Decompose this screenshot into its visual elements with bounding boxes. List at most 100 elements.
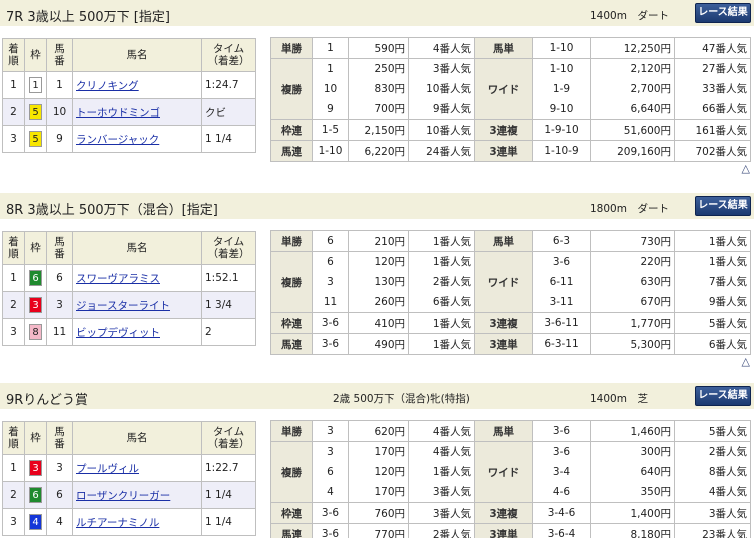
finish-row: 2 6 6 ローザンクリーガー 1 1/4	[2, 481, 256, 509]
payout-num: 3-6-11	[532, 312, 591, 334]
horse-number: 9	[46, 125, 73, 153]
back-to-top-icon[interactable]: △	[742, 162, 750, 175]
payout-table: 単勝 6 210円 1番人気 馬単 6-3 730円 1番人気 複勝 6 3 11 120円 130…	[270, 230, 751, 355]
race-distance: 1400m 芝	[590, 393, 648, 405]
payout-num: 3-6	[312, 502, 349, 524]
back-to-top-icon[interactable]: △	[742, 355, 750, 368]
race-distance: 1400m ダート	[590, 10, 669, 22]
race-result-button[interactable]: レース結果	[695, 3, 751, 23]
finish-header-pos: 着順	[2, 421, 25, 455]
payout-amount: 120円 130円 260円	[348, 251, 409, 313]
payout-num: 1 10 9	[312, 58, 349, 120]
payout-popularity: 2番人気 8番人気 4番人気	[674, 441, 751, 503]
horse-name-cell: トーホウドミンゴ	[72, 98, 202, 126]
finish-time: 1 3/4	[201, 291, 256, 319]
finish-order-table: 着順枠馬番 馬名 タイム（着差） 1 6 6 スワーヴアラミス 1:52.1 2 3 3 ジョースター…	[2, 231, 256, 346]
waku-badge: 5	[29, 131, 42, 147]
race-result-button[interactable]: レース結果	[695, 196, 751, 216]
finish-row: 3 4 4 ルチアーナミノル 1 1/4	[2, 508, 256, 536]
finish-row: 1 1 1 クリノキング 1:24.7	[2, 71, 256, 99]
payout-popularity: 161番人気	[674, 119, 751, 141]
waku-badge: 6	[29, 270, 42, 286]
waku-badge: 1	[29, 77, 42, 93]
race-result-button[interactable]: レース結果	[695, 386, 751, 406]
payout-label-fukusho: 複勝	[270, 58, 313, 120]
waku-badge: 8	[29, 324, 42, 340]
payout-amount: 5,300円	[590, 333, 675, 355]
horse-number: 4	[46, 508, 73, 536]
payout-popularity: 10番人気	[408, 119, 475, 141]
horse-name-link[interactable]: ランバージャック	[76, 134, 159, 146]
payout-amount: 410円	[348, 312, 409, 334]
payout-label-wide: ワイド	[474, 251, 533, 313]
payout-row: 複勝 6 3 11 120円 130円 260円 1番人気 2番人気 6番人気 ワイド 3…	[270, 251, 751, 313]
payout-popularity: 1番人気 7番人気 9番人気	[674, 251, 751, 313]
waku-badge: 6	[29, 487, 42, 503]
race-distance: 1800m ダート	[590, 203, 669, 215]
payout-popularity: 702番人気	[674, 140, 751, 162]
finish-header-num: 馬番	[46, 231, 73, 265]
payout-amount: 12,250円	[590, 37, 675, 59]
race-header: 9Rりんどう賞 2歳 500万下（混合)牝(特指) 1400m 芝 レース結果	[0, 383, 754, 410]
horse-name-link[interactable]: ビップデヴィット	[76, 327, 160, 339]
finish-header-pos: 着順	[2, 38, 25, 72]
finish-position: 1	[2, 454, 25, 482]
payout-label-tansho: 単勝	[270, 420, 313, 442]
payout-num: 6-3-11	[532, 333, 591, 355]
payout-popularity: 1番人気	[408, 312, 475, 334]
payout-amount: 300円 640円 350円	[590, 441, 675, 503]
payout-label-sanrentan: 3連単	[474, 333, 533, 355]
horse-number: 3	[46, 454, 73, 482]
payout-label-fukusho: 複勝	[270, 251, 313, 313]
horse-name-cell: クリノキング	[72, 71, 202, 99]
header-label: タイム（着差）	[207, 426, 250, 450]
finish-header-time: タイム（着差）	[201, 421, 256, 455]
payout-amount: 1,460円	[590, 420, 675, 442]
horse-name-cell: ローザンクリーガー	[72, 481, 202, 509]
payout-popularity: 27番人気 33番人気 66番人気	[674, 58, 751, 120]
header-label: 馬番	[54, 236, 65, 260]
finish-row: 3 5 9 ランバージャック 1 1/4	[2, 125, 256, 153]
horse-name-cell: ランバージャック	[72, 125, 202, 153]
header-label: 枠	[30, 242, 41, 254]
finish-header-num: 馬番	[46, 38, 73, 72]
horse-name-link[interactable]: ジョースターライト	[76, 300, 170, 312]
payout-popularity: 1番人気	[408, 230, 475, 252]
payout-label-umaren: 馬連	[270, 523, 313, 538]
horse-name-link[interactable]: クリノキング	[76, 80, 139, 92]
horse-name-cell: ビップデヴィット	[72, 318, 202, 346]
payout-label-sanrenpuku: 3連複	[474, 502, 533, 524]
horse-number: 1	[46, 71, 73, 99]
header-label: 馬名	[126, 49, 148, 61]
finish-header-time: タイム（着差）	[201, 38, 256, 72]
finish-position: 1	[2, 264, 25, 292]
payout-num: 3-6 6-11 3-11	[532, 251, 591, 313]
payout-amount: 1,770円	[590, 312, 675, 334]
payout-popularity: 6番人気	[674, 333, 751, 355]
payout-popularity: 5番人気	[674, 420, 751, 442]
race-header: 7R 3歳以上 500万下 [指定] 1400m ダート レース結果	[0, 0, 754, 27]
horse-name-link[interactable]: ローザンクリーガー	[76, 490, 170, 502]
horse-name-link[interactable]: プールヴィル	[76, 463, 139, 475]
payout-amount: 220円 630円 670円	[590, 251, 675, 313]
payout-row: 単勝 1 590円 4番人気 馬単 1-10 12,250円 47番人気	[270, 37, 751, 59]
finish-header-name: 馬名	[72, 231, 202, 265]
horse-name-link[interactable]: スワーヴアラミス	[76, 273, 160, 285]
finish-time: 1 1/4	[201, 125, 256, 153]
race-section: 7R 3歳以上 500万下 [指定] 1400m ダート レース結果 着順枠 馬番 馬名 タ…	[0, 0, 754, 180]
finish-header-pos: 着順	[2, 231, 25, 265]
payout-amount: 210円	[348, 230, 409, 252]
payout-num: 3 6 4	[312, 441, 349, 503]
horse-name-link[interactable]: トーホウドミンゴ	[76, 107, 160, 119]
payout-num: 3-4-6	[532, 502, 591, 524]
payout-row: 馬連 3-6 770円 2番人気 3連単 3-6-4 8,180円 23番人気	[270, 523, 751, 538]
payout-label-umatan: 馬単	[474, 37, 533, 59]
payout-label-wide: ワイド	[474, 441, 533, 503]
horse-number: 10	[46, 98, 73, 126]
horse-name-link[interactable]: ルチアーナミノル	[76, 517, 159, 529]
header-label: 馬名	[126, 242, 148, 254]
payout-popularity: 4番人気 1番人気 3番人気	[408, 441, 475, 503]
payout-label-wakuren: 枠連	[270, 502, 313, 524]
finish-header-name: 馬名	[72, 421, 202, 455]
header-label: タイム（着差）	[207, 236, 250, 260]
